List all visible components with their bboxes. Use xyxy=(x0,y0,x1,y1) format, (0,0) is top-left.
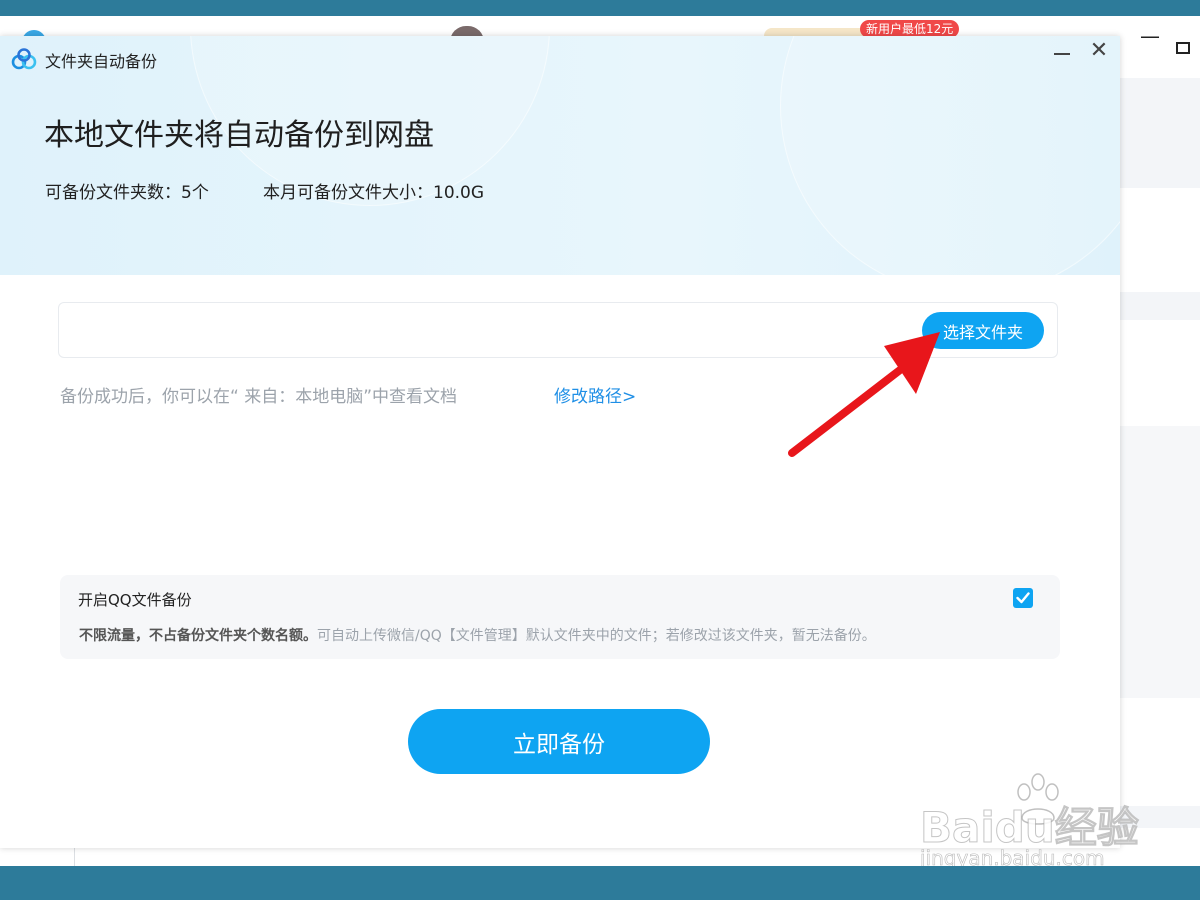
background-divider xyxy=(74,848,75,866)
qq-backup-description: 不限流量，不占备份文件夹个数名额。可自动上传微信/QQ【文件管理】默认文件夹中的… xyxy=(79,625,876,645)
backup-location-hint: 备份成功后，你可以在“ 来自：本地电脑”中查看文档 xyxy=(60,387,458,407)
close-icon: ✕ xyxy=(1089,38,1109,63)
modify-path-link[interactable]: 修改路径> xyxy=(554,382,636,407)
dialog-header: 文件夹自动备份 ✕ 本地文件夹将自动备份到网盘 可备份文件夹数：5个 本月可备份… xyxy=(0,36,1120,275)
background-panel xyxy=(1120,426,1200,698)
baidu-jingyan-watermark: Baidu经验 jingyan.baidu.com xyxy=(918,770,1148,870)
checkbox-checked-icon xyxy=(1016,592,1030,604)
header-decoration xyxy=(780,36,1120,275)
background-maximize-icon[interactable] xyxy=(1176,42,1190,54)
dialog-title: 文件夹自动备份 xyxy=(45,52,158,71)
close-button[interactable]: ✕ xyxy=(1088,40,1110,64)
qq-backup-desc-text: 可自动上传微信/QQ【文件管理】默认文件夹中的文件；若修改过该文件夹，暂无法备份… xyxy=(317,628,876,644)
baidu-netdisk-logo-icon xyxy=(11,48,37,70)
background-panel xyxy=(1120,292,1200,320)
minimize-button[interactable] xyxy=(1052,40,1072,64)
background-panel xyxy=(1120,78,1200,188)
qq-backup-desc-bold: 不限流量，不占备份文件夹个数名额。 xyxy=(79,628,317,644)
background-minimize-icon[interactable]: — xyxy=(1140,24,1160,48)
backup-now-button[interactable]: 立即备份 xyxy=(408,709,710,774)
red-annotation-arrow xyxy=(788,332,940,457)
qq-backup-card: 开启QQ文件备份 不限流量，不占备份文件夹个数名额。可自动上传微信/QQ【文件管… xyxy=(60,575,1060,659)
outer-frame-bottom xyxy=(0,866,1200,900)
qq-backup-title: 开启QQ文件备份 xyxy=(78,591,192,609)
folder-quota-text: 可备份文件夹数：5个 xyxy=(45,183,209,203)
qq-backup-checkbox[interactable] xyxy=(1013,588,1033,608)
size-quota-text: 本月可备份文件大小：10.0G xyxy=(263,183,485,203)
outer-frame-top xyxy=(0,0,1200,16)
page-title: 本地文件夹将自动备份到网盘 xyxy=(44,118,434,153)
